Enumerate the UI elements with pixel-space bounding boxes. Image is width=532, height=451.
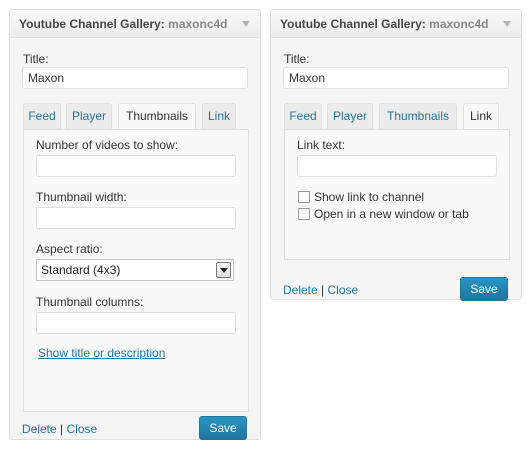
tab-thumbnails[interactable]: Thumbnails <box>379 103 457 129</box>
widget-instance-name: maxonc4d <box>429 17 489 31</box>
title-label: Title: <box>23 52 49 66</box>
delete-link[interactable]: Delete <box>283 283 318 297</box>
tab-link[interactable]: Link <box>202 103 236 129</box>
widget-header[interactable]: Youtube Channel Gallery: maxonc4d <box>271 10 521 38</box>
tab-player[interactable]: Player <box>66 103 112 129</box>
action-separator: | <box>60 422 64 436</box>
show-link-label: Show link to channel <box>314 190 425 204</box>
action-separator: | <box>321 283 325 297</box>
widget-youtube-gallery-1: Youtube Channel Gallery: maxonc4d Title:… <box>9 9 261 440</box>
show-link-checkbox[interactable] <box>298 191 310 203</box>
delete-link[interactable]: Delete <box>22 422 57 436</box>
show-title-description-link[interactable]: Show title or description <box>38 346 165 360</box>
aspect-ratio-label: Aspect ratio: <box>36 242 103 256</box>
save-button[interactable]: Save <box>460 277 508 301</box>
thumb-width-input[interactable] <box>36 207 236 229</box>
widget-title: Youtube Channel Gallery: maxonc4d <box>19 17 228 31</box>
widget-instance-name: maxonc4d <box>168 17 228 31</box>
widget-actions: Delete | Close <box>22 422 97 436</box>
aspect-ratio-select[interactable]: Standard (4x3) <box>36 259 234 281</box>
title-input[interactable]: Maxon <box>283 67 509 89</box>
num-videos-label: Number of videos to show: <box>36 138 179 152</box>
link-panel: Link text: Show link to channel Open in … <box>284 129 510 260</box>
num-videos-input[interactable] <box>36 155 236 177</box>
new-window-label: Open in a new window or tab <box>314 207 469 221</box>
widget-title-text: Youtube Channel Gallery: <box>19 17 165 31</box>
new-window-checkbox[interactable] <box>298 208 310 220</box>
tab-feed[interactable]: Feed <box>284 103 322 129</box>
save-button[interactable]: Save <box>199 416 247 440</box>
widget-title-text: Youtube Channel Gallery: <box>280 17 426 31</box>
aspect-ratio-value: Standard (4x3) <box>41 263 121 277</box>
widget-actions: Delete | Close <box>283 283 358 297</box>
tab-feed[interactable]: Feed <box>23 103 61 129</box>
thumbnails-panel: Number of videos to show: Thumbnail widt… <box>23 129 249 412</box>
close-link[interactable]: Close <box>67 422 98 436</box>
thumb-columns-label: Thumbnail columns: <box>36 295 144 309</box>
close-link[interactable]: Close <box>328 283 359 297</box>
link-text-input[interactable] <box>297 155 497 177</box>
collapse-arrow-icon[interactable] <box>503 21 511 27</box>
tab-link[interactable]: Link <box>463 103 499 130</box>
collapse-arrow-icon[interactable] <box>242 21 250 27</box>
tab-thumbnails[interactable]: Thumbnails <box>118 103 196 130</box>
link-text-label: Link text: <box>297 138 346 152</box>
title-label: Title: <box>284 52 310 66</box>
widget-header[interactable]: Youtube Channel Gallery: maxonc4d <box>10 10 260 38</box>
dropdown-arrow-icon[interactable] <box>216 262 231 278</box>
thumb-columns-input[interactable] <box>36 312 236 334</box>
thumb-width-label: Thumbnail width: <box>36 190 127 204</box>
title-input[interactable]: Maxon <box>22 67 248 89</box>
widget-title: Youtube Channel Gallery: maxonc4d <box>280 17 489 31</box>
tab-player[interactable]: Player <box>327 103 373 129</box>
widget-youtube-gallery-2: Youtube Channel Gallery: maxonc4d Title:… <box>270 9 522 301</box>
